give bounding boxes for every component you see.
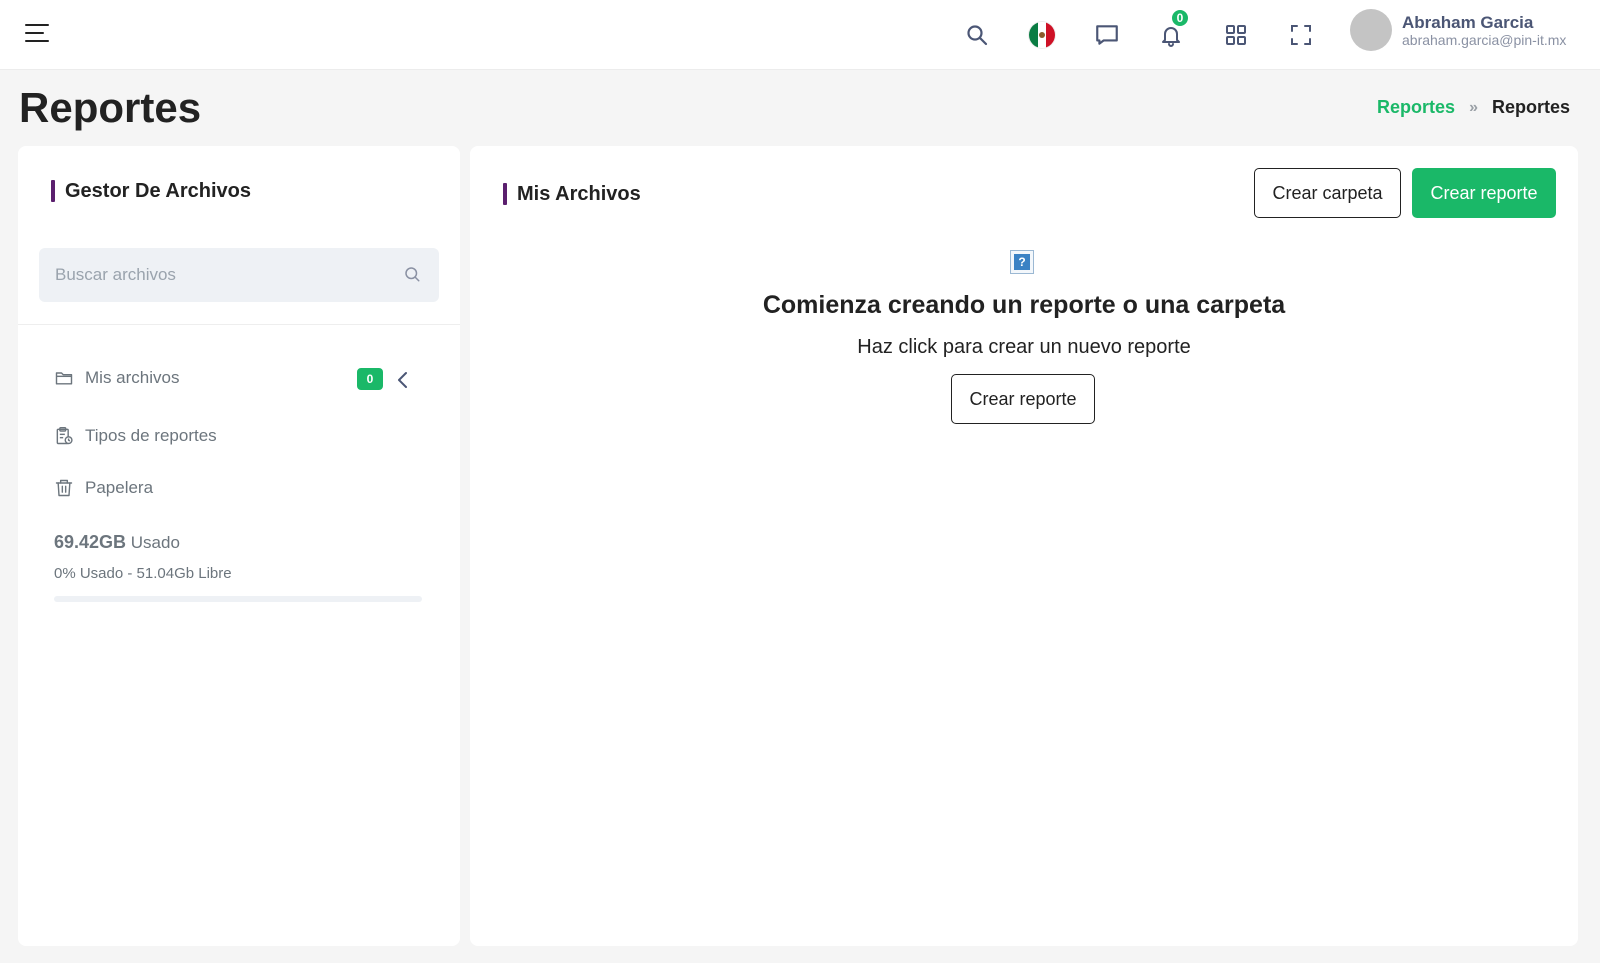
- storage-used-amount: 69.42GB: [54, 532, 127, 552]
- storage-used-label: Usado: [130, 533, 180, 552]
- user-name: Abraham Garcia: [1402, 12, 1534, 32]
- sidebar-item-tipos-de-reportes[interactable]: Tipos de reportes: [54, 426, 217, 446]
- file-search-input[interactable]: [39, 248, 439, 302]
- breadcrumb: Reportes » Reportes: [1377, 97, 1570, 118]
- sidebar-item-papelera[interactable]: Papelera: [54, 478, 153, 498]
- divider: [18, 324, 460, 325]
- breadcrumb-current: Reportes: [1491, 97, 1570, 117]
- avatar: [1350, 9, 1392, 51]
- clipboard-clock-icon: [56, 426, 73, 445]
- question-icon: ?: [1010, 250, 1034, 274]
- menu-icon[interactable]: [22, 19, 52, 49]
- sidebar-item-label: Tipos de reportes: [85, 426, 217, 445]
- storage-summary: 0% Usado - 51.04Gb Libre: [54, 565, 232, 582]
- mis-archivos-count-badge: 0: [357, 368, 383, 390]
- empty-state-title: Comienza creando un reporte o una carpet…: [762, 291, 1286, 319]
- question-icon-glyph: ?: [1014, 254, 1030, 270]
- user-menu[interactable]: Abraham Garcia abraham.garcia@pin-it.mx: [1350, 9, 1566, 51]
- trash-icon: [55, 479, 73, 497]
- storage-used: 69.42GB Usado: [54, 532, 180, 553]
- sidebar-item-label: Mis archivos: [85, 368, 180, 387]
- folder-icon: [55, 372, 73, 385]
- my-files-panel: Mis Archivos Crear carpeta Crear reporte…: [470, 146, 1578, 946]
- apps-grid-icon[interactable]: [1216, 15, 1256, 55]
- create-folder-button[interactable]: Crear carpeta: [1254, 168, 1401, 218]
- search-icon[interactable]: [403, 265, 421, 283]
- sidebar-item-label: Papelera: [85, 478, 154, 497]
- my-files-title: Mis Archivos: [503, 183, 641, 206]
- file-search: [39, 248, 439, 302]
- mexico-flag-icon[interactable]: [1022, 15, 1062, 55]
- file-manager-title: Gestor De Archivos: [51, 180, 251, 203]
- chevron-left-icon[interactable]: [396, 370, 410, 390]
- chat-icon[interactable]: [1087, 15, 1127, 55]
- bell-icon[interactable]: 0: [1151, 8, 1191, 55]
- breadcrumb-separator: »: [1469, 98, 1478, 116]
- sidebar-item-mis-archivos[interactable]: Mis archivos: [54, 368, 179, 388]
- notification-count-badge: 0: [1170, 8, 1190, 28]
- file-manager-panel: Gestor De Archivos Mis archivos 0 Tipos …: [18, 146, 460, 946]
- fullscreen-icon[interactable]: [1281, 15, 1321, 55]
- breadcrumb-link-reportes[interactable]: Reportes: [1377, 97, 1455, 118]
- user-email: abraham.garcia@pin-it.mx: [1402, 31, 1567, 48]
- storage-progress-bar: [54, 596, 422, 602]
- top-bar: 0 Abraham Garcia abraham.garcia@pin-it.m…: [0, 0, 1600, 70]
- search-icon[interactable]: [957, 15, 997, 55]
- page-title: Reportes: [19, 84, 202, 131]
- empty-state-subtitle: Haz click para crear un nuevo reporte: [857, 336, 1191, 358]
- create-report-button[interactable]: Crear reporte: [1412, 168, 1556, 218]
- empty-state-create-report-button[interactable]: Crear reporte: [951, 374, 1095, 424]
